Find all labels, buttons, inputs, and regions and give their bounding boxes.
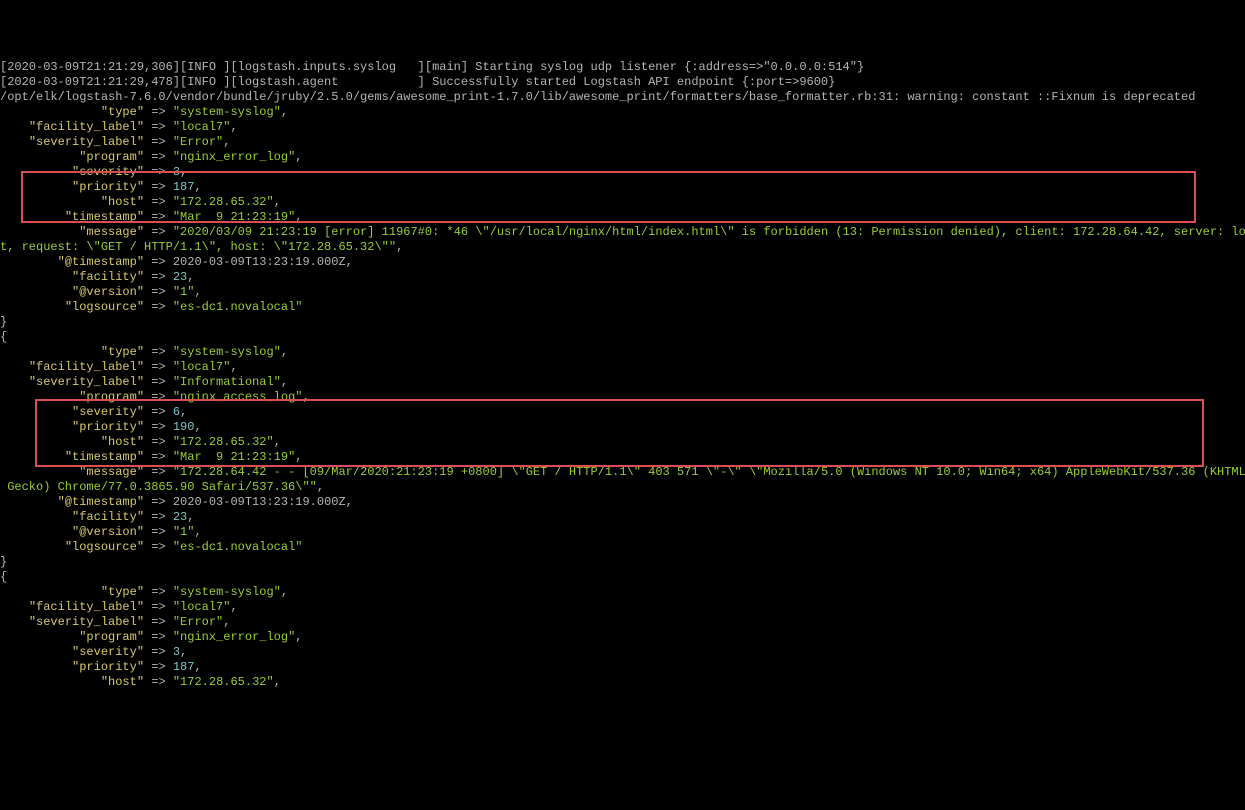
terminal-log: [2020-03-09T21:21:29,306][INFO ][logstas… (0, 60, 1245, 690)
